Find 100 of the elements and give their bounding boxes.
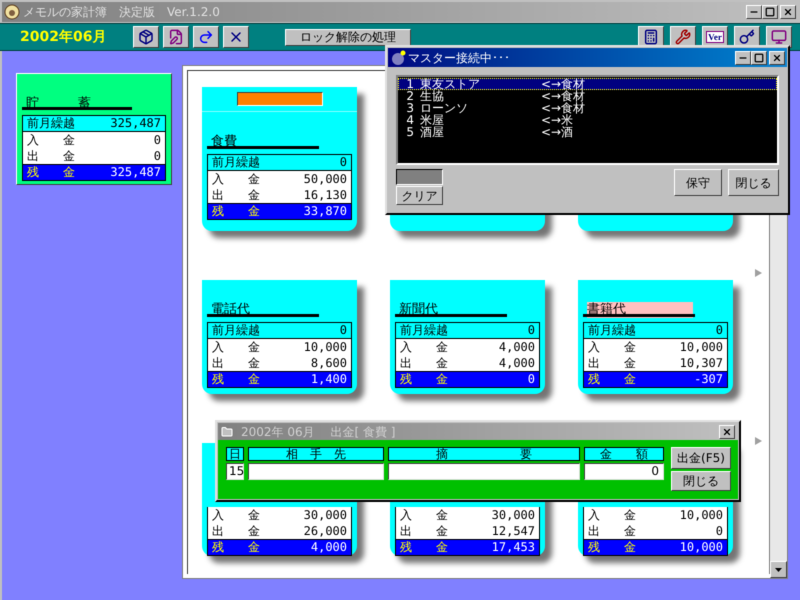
amount-value: 4,000: [498, 340, 535, 354]
amount-value: 0: [528, 323, 535, 338]
category-title: 食費: [211, 134, 238, 150]
amount-value: 10,307: [680, 356, 723, 370]
amount-value: 0: [528, 372, 535, 387]
row-label: 出 金: [212, 356, 260, 370]
status-field: [396, 169, 443, 185]
master-list-item[interactable]: 4 米屋 <→米: [398, 114, 777, 126]
amount-value: 10,000: [680, 540, 723, 555]
marker-icon: [755, 437, 762, 445]
app-logo-icon: [4, 4, 20, 20]
amount-value: 0: [340, 323, 347, 338]
input-field[interactable]: 15: [226, 463, 244, 480]
category-title: 新聞代: [399, 302, 439, 318]
amount-value: 12,547: [492, 524, 535, 538]
month-label: 2002年06月: [20, 28, 108, 46]
row-label: 出 金: [400, 356, 448, 370]
amount-value: 17,453: [492, 540, 535, 555]
close-button[interactable]: [719, 424, 735, 438]
category-card[interactable]: 食費 前月繰越 0 入 金 50,000 出 金 16,130 残 金 33,870: [202, 87, 357, 231]
amount-value: 325,487: [110, 116, 161, 131]
input-field[interactable]: [248, 463, 384, 480]
category-card[interactable]: 書籍代 前月繰越 0 入 金 10,000 出 金 10,307 残 金 -307: [578, 280, 733, 394]
master-title: マスター接続中･･･: [408, 50, 510, 66]
row-label: 入 金: [400, 340, 448, 354]
calculator-icon: [643, 29, 659, 45]
row-label: 残 金: [212, 372, 260, 387]
amount-value: -307: [694, 372, 723, 387]
box-icon: [138, 29, 154, 45]
withdraw-button[interactable]: 出金(F5): [671, 447, 731, 469]
row-label: 入 金: [588, 508, 636, 522]
maintain-button[interactable]: 保守: [674, 169, 722, 196]
redo-arrow-icon: [198, 29, 214, 45]
amount-value: 325,487: [110, 165, 161, 180]
amount-value: 50,000: [304, 172, 347, 186]
maximize-button[interactable]: [762, 5, 778, 19]
marker-icon: [755, 269, 762, 277]
master-list-item[interactable]: 3 ローンソ <→食材: [398, 102, 777, 114]
toolbar-button[interactable]: [193, 26, 219, 48]
minimize-button[interactable]: [746, 5, 762, 19]
tools-icon: [675, 29, 691, 45]
row-label: 出 金: [212, 188, 260, 202]
folder-icon: [221, 426, 233, 438]
row-label: 前月繰越: [400, 323, 448, 338]
column-header: 金 額: [584, 447, 664, 461]
row-label: 入 金: [400, 508, 448, 522]
close-button[interactable]: [769, 50, 785, 64]
row-label: 残 金: [588, 372, 636, 387]
row-label: 残 金: [212, 204, 260, 219]
app-logo-icon: [390, 50, 406, 66]
master-list-item[interactable]: 1 東友ストア <→食材: [398, 78, 777, 90]
row-label: 残 金: [212, 540, 260, 555]
close-window-button[interactable]: 閉じる: [728, 169, 779, 196]
column-header: 相 手 先: [248, 447, 384, 461]
row-label: 出 金: [588, 356, 636, 370]
row-label: 残 金: [588, 540, 636, 555]
amount-value: 10,000: [680, 340, 723, 354]
row-label: 残 金: [400, 372, 448, 387]
row-label: 残 金: [27, 165, 75, 180]
close-button[interactable]: [780, 5, 796, 19]
row-label: 出 金: [27, 148, 75, 164]
clear-button[interactable]: クリア: [396, 186, 443, 205]
window-title: メモルの家計簿 決定版 Ver.1.2.0: [23, 4, 220, 21]
close-dialog-button[interactable]: 閉じる: [671, 471, 731, 491]
close-icon: [772, 52, 782, 62]
minimize-button[interactable]: [735, 50, 751, 64]
down-arrow-icon: [775, 568, 782, 572]
amount-value: 8,600: [310, 356, 347, 370]
column-header: 摘 要: [388, 447, 580, 461]
amount-value: 0: [716, 524, 723, 538]
toolbar-button[interactable]: [133, 26, 159, 48]
toolbar-button[interactable]: [163, 26, 189, 48]
dialog-title: 2002年 06月 出金[ 食費 ]: [241, 424, 396, 440]
monitor-icon: [771, 29, 787, 45]
input-field[interactable]: 0: [584, 463, 664, 480]
master-list[interactable]: 1 東友ストア <→食材 2 生協 <→食材 3 ローンソ <→食材 4 米屋 <→米 5 酒屋 <→酒: [396, 75, 779, 165]
row-label: 入 金: [212, 340, 260, 354]
row-label: 入 金: [27, 132, 75, 148]
document-pen-icon: [168, 29, 184, 45]
maximize-button[interactable]: [751, 50, 767, 64]
amount-value: 10,000: [680, 508, 723, 522]
unlock-button[interactable]: ロック解除の処理: [285, 28, 411, 46]
amount-value: 4,000: [498, 356, 535, 370]
row-label: 出 金: [400, 524, 448, 538]
row-label: 前月繰越: [212, 155, 260, 170]
close-icon: [722, 426, 732, 436]
row-label: 前月繰越: [212, 323, 260, 338]
master-list-item[interactable]: 5 酒屋 <→酒: [398, 126, 777, 138]
column-header: 日: [226, 447, 244, 461]
key-icon: [739, 29, 755, 45]
amount-value: 10,000: [304, 340, 347, 354]
scroll-down-button[interactable]: [770, 561, 787, 578]
row-label: 入 金: [212, 508, 260, 522]
close-icon: [783, 7, 793, 17]
category-card[interactable]: 新聞代 前月繰越 0 入 金 4,000 出 金 4,000 残 金 0: [390, 280, 545, 394]
master-list-item[interactable]: 2 生協 <→食材: [398, 90, 777, 102]
row-label: 入 金: [212, 172, 260, 186]
toolbar-button[interactable]: [223, 26, 249, 48]
row-label: 出 金: [212, 524, 260, 538]
input-field[interactable]: [388, 463, 580, 480]
